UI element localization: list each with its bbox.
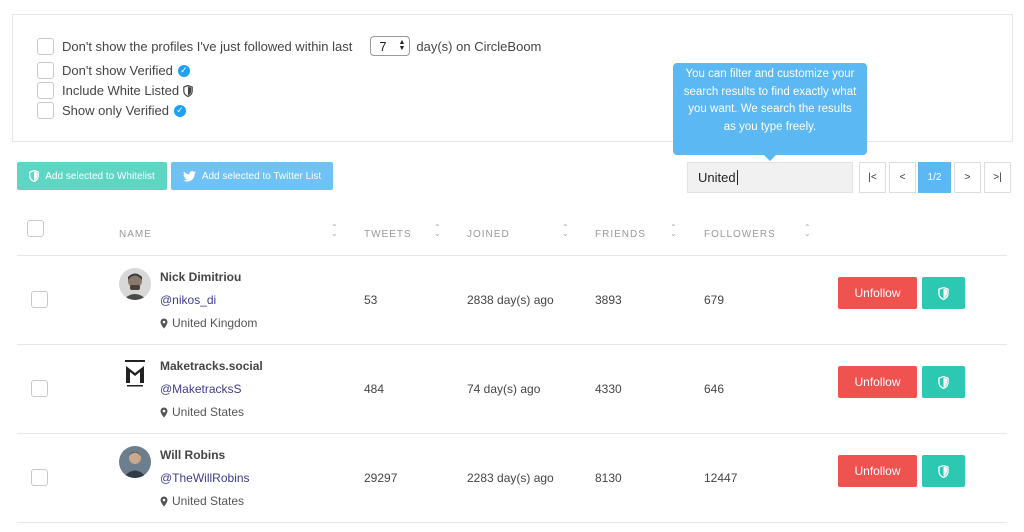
show-only-verified-checkbox[interactable] bbox=[37, 102, 54, 119]
search-input-value: United bbox=[698, 170, 736, 185]
avatar[interactable] bbox=[119, 446, 151, 478]
joined-value: 2283 day(s) ago bbox=[467, 471, 554, 485]
header-friends[interactable]: FRIENDS bbox=[595, 229, 646, 240]
friends-count: 3893 bbox=[595, 293, 622, 307]
avatar[interactable] bbox=[119, 268, 151, 300]
filter-dont-show-verified: Don't show Verified ✓ bbox=[37, 62, 190, 79]
twitter-bird-icon bbox=[182, 170, 196, 182]
add-to-whitelist-button[interactable]: Add selected to Whitelist bbox=[17, 162, 167, 190]
map-marker-icon bbox=[160, 496, 168, 506]
unfollow-button[interactable]: Unfollow bbox=[838, 366, 917, 398]
header-joined[interactable]: JOINED bbox=[467, 229, 510, 240]
search-tooltip: You can filter and customize your search… bbox=[673, 63, 867, 161]
spinner-arrows-icon: ▲ ▼ bbox=[398, 39, 406, 52]
header-name[interactable]: NAME bbox=[119, 229, 152, 240]
whitelist-button[interactable] bbox=[922, 366, 965, 398]
map-marker-icon bbox=[160, 407, 168, 417]
followers-count: 646 bbox=[704, 382, 725, 396]
user-name[interactable]: Maketracks.social bbox=[160, 359, 263, 373]
hide-followed-checkbox[interactable] bbox=[37, 37, 54, 55]
include-whitelisted-checkbox[interactable] bbox=[37, 82, 54, 99]
whitelist-button[interactable] bbox=[922, 277, 965, 309]
verified-icon: ✓ bbox=[173, 104, 186, 117]
include-whitelisted-label: Include White Listed bbox=[62, 83, 180, 98]
table-row: Will Robins @TheWillRobins United States… bbox=[17, 435, 1007, 523]
user-location: United States bbox=[160, 405, 244, 419]
filter-hide-followed: Don't show the profiles I've just follow… bbox=[37, 36, 541, 56]
filter-show-only-verified: Show only Verified ✓ bbox=[37, 102, 186, 119]
user-handle[interactable]: @MaketracksS bbox=[160, 382, 242, 396]
followers-count: 679 bbox=[704, 293, 725, 307]
shield-icon bbox=[938, 286, 949, 300]
user-handle[interactable]: @TheWillRobins bbox=[160, 471, 250, 485]
tweets-count: 53 bbox=[364, 293, 378, 307]
location-text: United States bbox=[172, 405, 245, 419]
whitelist-button[interactable] bbox=[922, 455, 965, 487]
location-text: United States bbox=[172, 494, 245, 508]
user-location: United Kingdom bbox=[160, 316, 257, 330]
text-caret bbox=[736, 170, 738, 185]
unfollow-button[interactable]: Unfollow bbox=[838, 277, 917, 309]
table-row: Maketracks.social @MaketracksS United St… bbox=[17, 346, 1007, 434]
pagination-first-button[interactable]: |< bbox=[859, 162, 886, 193]
unfollow-button[interactable]: Unfollow bbox=[838, 455, 917, 487]
sort-icon[interactable]: ⌃ ⌄ bbox=[331, 224, 338, 238]
pagination-current-page[interactable]: 1/2 bbox=[918, 162, 951, 193]
pagination-prev-button[interactable]: < bbox=[889, 162, 916, 193]
user-name[interactable]: Will Robins bbox=[160, 448, 225, 462]
header-followers[interactable]: FOLLOWERS bbox=[704, 229, 776, 240]
sort-icon[interactable]: ⌃ ⌄ bbox=[562, 224, 569, 238]
shield-icon bbox=[938, 464, 949, 478]
shield-icon bbox=[938, 375, 949, 389]
avatar[interactable] bbox=[119, 357, 151, 389]
days-value: 7 bbox=[379, 38, 387, 54]
shield-icon bbox=[183, 84, 193, 97]
pagination-next-button[interactable]: > bbox=[954, 162, 981, 193]
show-only-verified-label: Show only Verified bbox=[62, 103, 169, 118]
location-text: United Kingdom bbox=[172, 316, 258, 330]
sort-icon[interactable]: ⌃ ⌄ bbox=[670, 224, 677, 238]
dont-show-verified-label: Don't show Verified bbox=[62, 63, 173, 78]
hide-followed-suffix: day(s) on CircleBoom bbox=[416, 38, 542, 54]
table-row: Nick Dimitriou @nikos_di United Kingdom … bbox=[17, 257, 1007, 345]
verified-icon: ✓ bbox=[177, 64, 190, 77]
user-location: United States bbox=[160, 494, 244, 508]
user-handle[interactable]: @nikos_di bbox=[160, 293, 216, 307]
hide-followed-label: Don't show the profiles I've just follow… bbox=[62, 38, 353, 54]
dont-show-verified-checkbox[interactable] bbox=[37, 62, 54, 79]
row-checkbox[interactable] bbox=[31, 291, 48, 308]
sort-icon[interactable]: ⌃ ⌄ bbox=[434, 224, 441, 238]
table-header: NAME ⌃ ⌄ TWEETS ⌃ ⌄ JOINED ⌃ ⌄ FRIENDS ⌃ ⌄ F… bbox=[17, 212, 1007, 256]
add-to-twitter-list-label: Add selected to Twitter List bbox=[201, 170, 322, 182]
days-select[interactable]: 7 ▲ ▼ bbox=[370, 36, 411, 56]
shield-icon bbox=[29, 170, 40, 182]
header-tweets[interactable]: TWEETS bbox=[364, 229, 412, 240]
joined-value: 2838 day(s) ago bbox=[467, 293, 554, 307]
friends-count: 4330 bbox=[595, 382, 622, 396]
search-input[interactable]: United bbox=[687, 162, 853, 193]
followers-count: 12447 bbox=[704, 471, 738, 485]
row-checkbox[interactable] bbox=[31, 380, 48, 397]
map-marker-icon bbox=[160, 318, 168, 328]
add-to-whitelist-label: Add selected to Whitelist bbox=[45, 170, 155, 182]
friends-count: 8130 bbox=[595, 471, 622, 485]
add-to-twitter-list-button[interactable]: Add selected to Twitter List bbox=[171, 162, 333, 190]
select-all-checkbox[interactable] bbox=[27, 220, 44, 237]
filter-include-whitelisted: Include White Listed bbox=[37, 82, 193, 99]
tweets-count: 484 bbox=[364, 382, 385, 396]
sort-icon[interactable]: ⌃ ⌄ bbox=[804, 224, 811, 238]
tweets-count: 29297 bbox=[364, 471, 398, 485]
row-checkbox[interactable] bbox=[31, 469, 48, 486]
pagination-last-button[interactable]: >| bbox=[984, 162, 1011, 193]
user-name[interactable]: Nick Dimitriou bbox=[160, 270, 241, 284]
joined-value: 74 day(s) ago bbox=[467, 382, 541, 396]
